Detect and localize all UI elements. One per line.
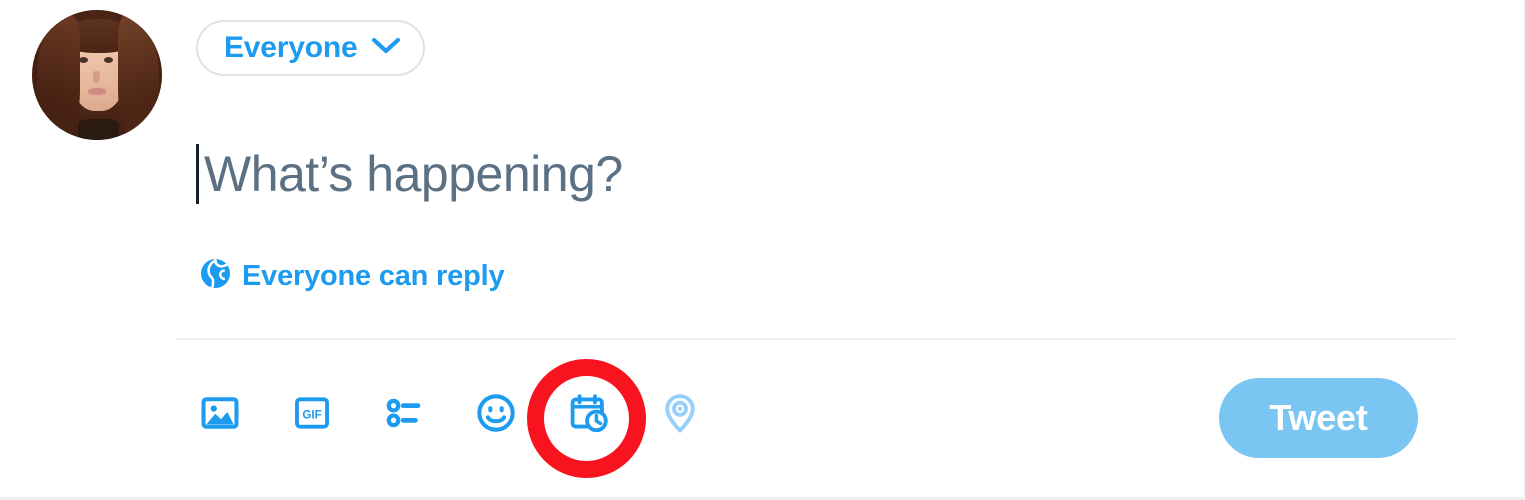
reply-scope-label: Everyone can reply xyxy=(242,259,505,292)
gif-icon: GIF xyxy=(291,392,333,437)
globe-icon xyxy=(200,258,231,294)
text-caret xyxy=(196,144,199,204)
reply-scope-button[interactable]: Everyone can reply xyxy=(200,258,505,294)
audience-selector[interactable]: Everyone xyxy=(196,20,426,76)
location-button xyxy=(656,390,704,438)
avatar-eye-left xyxy=(78,56,88,63)
avatar-eye-right xyxy=(103,56,113,63)
gif-button[interactable]: GIF xyxy=(288,390,336,438)
emoji-icon xyxy=(474,391,518,438)
audience-label: Everyone xyxy=(224,31,358,64)
schedule-button[interactable] xyxy=(564,390,612,438)
location-icon xyxy=(658,391,702,438)
schedule-icon xyxy=(566,391,610,438)
avatar-nose xyxy=(93,71,100,83)
tweet-submit-button[interactable]: Tweet xyxy=(1219,378,1418,458)
emoji-button[interactable] xyxy=(472,390,520,438)
chevron-down-icon xyxy=(371,36,401,61)
media-button[interactable] xyxy=(196,390,244,438)
media-icon xyxy=(198,391,242,438)
avatar-neck xyxy=(77,119,120,140)
composer-toolbar: GIF xyxy=(196,390,704,438)
poll-icon xyxy=(382,391,426,438)
poll-button[interactable] xyxy=(380,390,428,438)
tweet-text-editor[interactable]: What’s happening? xyxy=(196,140,1376,220)
tweet-placeholder: What’s happening? xyxy=(204,146,623,202)
tweet-composer: Everyone What’s happening? Everyone can … xyxy=(0,0,1525,500)
svg-text:GIF: GIF xyxy=(302,409,321,421)
avatar-hair-left xyxy=(37,15,81,138)
avatar[interactable] xyxy=(32,10,162,140)
toolbar-divider xyxy=(176,338,1455,340)
avatar-image[interactable] xyxy=(32,10,162,140)
avatar-mouth xyxy=(87,88,107,95)
